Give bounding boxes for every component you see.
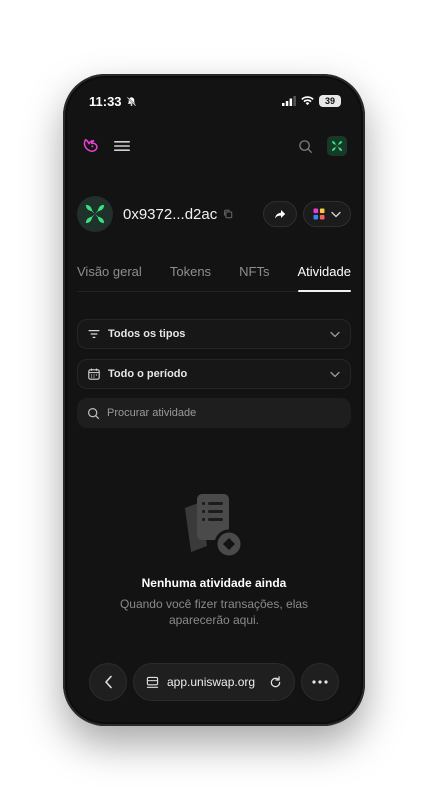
empty-activity-icon <box>171 488 257 566</box>
status-bar: 11:33 39 <box>89 92 341 110</box>
back-button[interactable] <box>89 663 127 701</box>
app-screen: 11:33 39 0x9372...d2ac Visão geral Token… <box>67 78 361 722</box>
account-avatar-small[interactable] <box>327 136 347 156</box>
wallet-address[interactable]: 0x9372...d2ac <box>123 206 233 223</box>
portfolio-tabs: Visão geral Tokens NFTs Atividade <box>77 260 352 292</box>
url-text: app.uniswap.org <box>167 675 256 689</box>
hamburger-menu-icon[interactable] <box>113 139 131 153</box>
status-indicators: 39 <box>282 95 341 107</box>
search-icon[interactable] <box>298 139 313 154</box>
tab-tokens[interactable]: Tokens <box>170 260 211 291</box>
type-filter-label: Todos os tipos <box>108 328 186 340</box>
bell-muted-icon <box>126 96 137 107</box>
more-options-button[interactable] <box>301 663 339 701</box>
filter-lines-icon <box>88 329 100 339</box>
app-header-right <box>298 136 347 156</box>
ellipsis-icon <box>312 680 328 684</box>
account-avatar[interactable] <box>77 196 113 232</box>
calendar-icon <box>88 368 100 380</box>
status-time: 11:33 <box>89 93 122 109</box>
empty-state-subtitle: Quando você fizer transações, elas apare… <box>119 597 309 627</box>
uniswap-logo-icon[interactable] <box>81 137 99 155</box>
app-header <box>81 134 347 158</box>
battery-indicator: 39 <box>319 95 341 107</box>
copy-icon[interactable] <box>223 209 233 219</box>
phone-frame: 11:33 39 0x9372...d2ac Visão geral Token… <box>63 74 365 726</box>
empty-state-title: Nenhuma atividade ainda <box>141 576 287 590</box>
chevron-down-icon <box>331 211 341 218</box>
type-filter-dropdown[interactable]: Todos os tipos <box>77 319 351 349</box>
share-button[interactable] <box>263 201 297 227</box>
search-icon <box>87 407 100 420</box>
chevron-down-icon <box>330 371 340 378</box>
chevron-down-icon <box>330 331 340 338</box>
period-filter-dropdown[interactable]: Todo o período <box>77 359 351 389</box>
url-bar[interactable]: app.uniswap.org <box>133 663 295 701</box>
wallet-address-text: 0x9372...d2ac <box>123 205 218 223</box>
share-arrow-icon <box>274 209 286 220</box>
tab-nfts[interactable]: NFTs <box>239 260 269 291</box>
period-filter-label: Todo o período <box>108 368 188 380</box>
tab-overview[interactable]: Visão geral <box>77 260 142 291</box>
wifi-icon <box>301 96 314 106</box>
account-row: 0x9372...d2ac <box>77 194 351 234</box>
search-placeholder: Procurar atividade <box>107 407 197 419</box>
browser-toolbar: app.uniswap.org <box>89 662 339 702</box>
tab-activity[interactable]: Atividade <box>297 260 352 292</box>
status-time-group: 11:33 <box>89 94 137 109</box>
apps-grid-icon <box>313 208 325 220</box>
chevron-left-icon <box>104 675 113 689</box>
wallet-connect-dropdown[interactable] <box>303 201 351 227</box>
reload-icon[interactable] <box>269 675 282 689</box>
account-actions <box>263 201 351 227</box>
cellular-signal-icon <box>282 96 296 106</box>
page-settings-icon[interactable] <box>146 676 159 689</box>
activity-search-input[interactable]: Procurar atividade <box>77 398 351 428</box>
app-header-left <box>81 137 131 155</box>
